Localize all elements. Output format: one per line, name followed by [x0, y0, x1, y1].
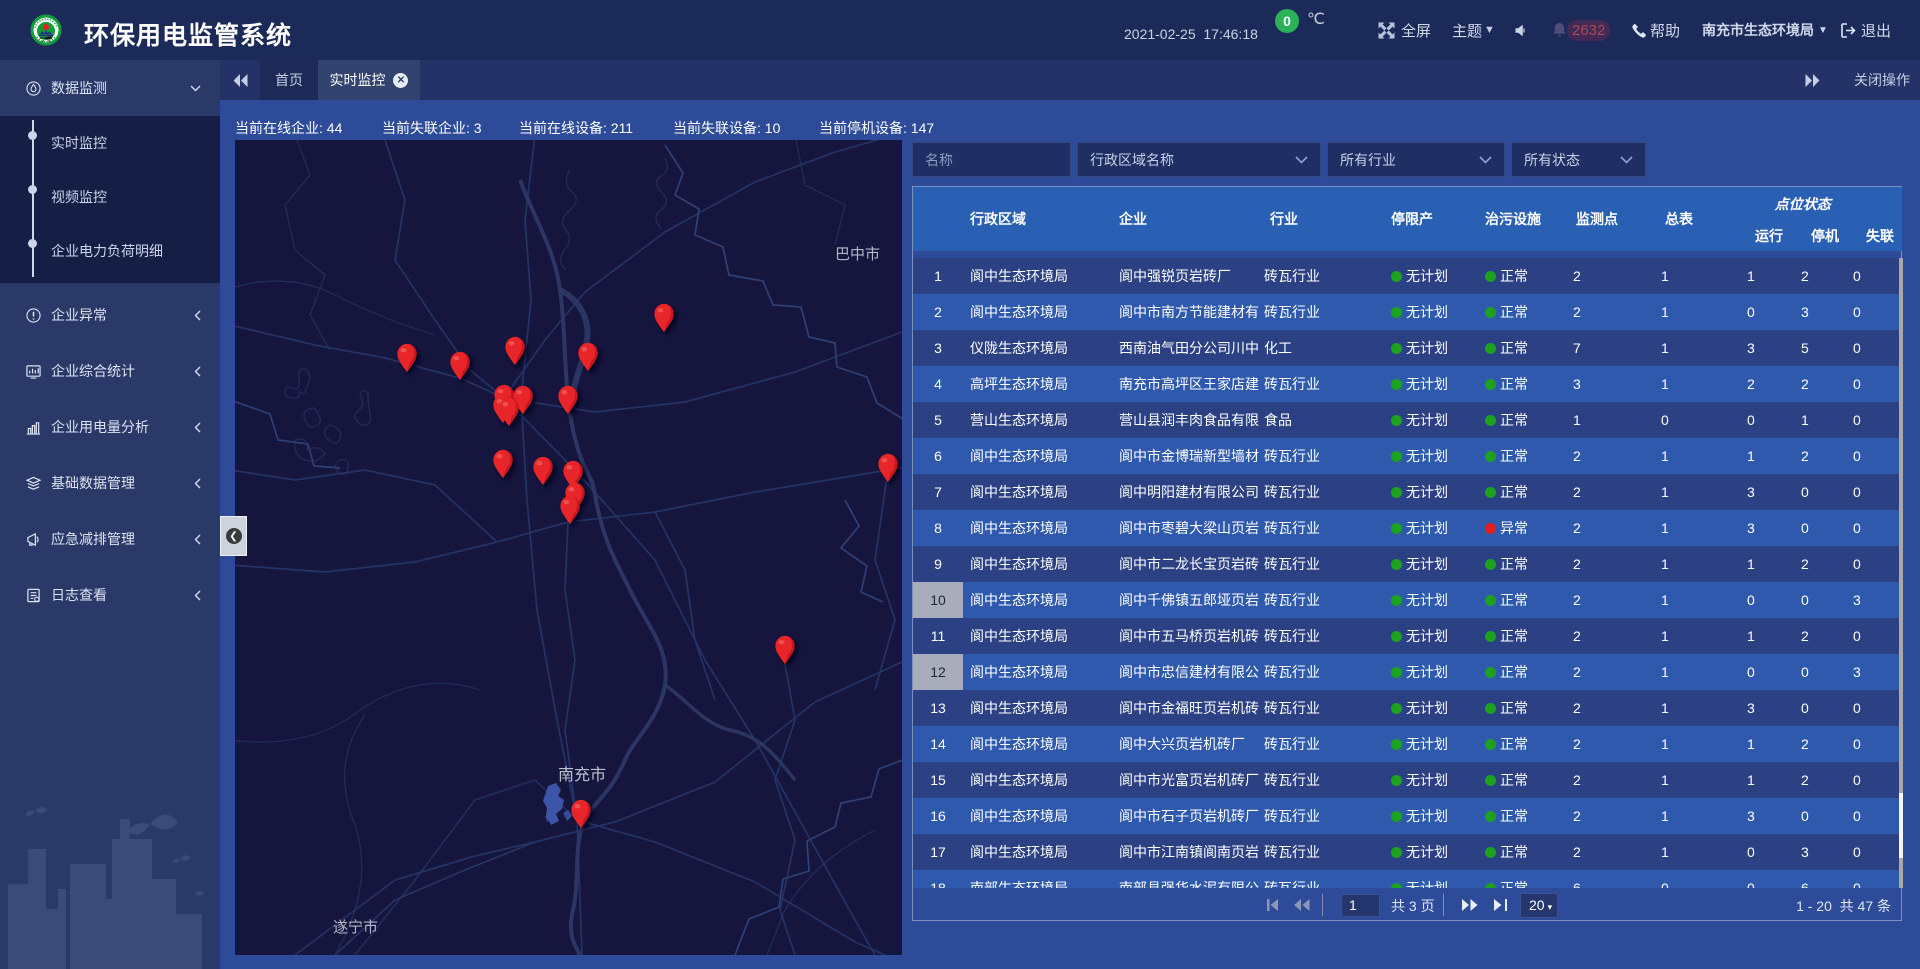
svg-text:巴中市: 巴中市 [835, 246, 880, 263]
svg-text:遂宁市: 遂宁市 [333, 919, 378, 936]
svg-text:南充市: 南充市 [558, 766, 606, 784]
